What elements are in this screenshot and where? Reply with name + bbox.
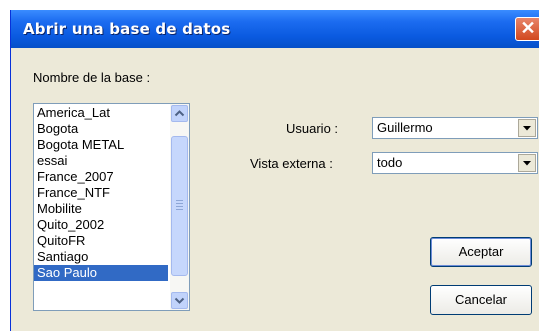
database-name-label: Nombre de la base : <box>33 70 151 85</box>
list-item[interactable]: Sao Paulo <box>34 265 168 281</box>
dropdown-arrow-icon <box>523 126 531 131</box>
chevron-down-icon <box>174 297 185 304</box>
database-list: America_Lat Bogota Bogota METAL essai France… <box>34 105 168 281</box>
external-view-dropdown-button[interactable] <box>518 154 536 172</box>
grip-line <box>176 200 183 201</box>
list-item[interactable]: Bogota <box>34 121 168 137</box>
list-item[interactable]: Quito_2002 <box>34 217 168 233</box>
user-dropdown-button[interactable] <box>518 119 536 137</box>
grip-line <box>176 209 183 210</box>
list-item[interactable]: France_NTF <box>34 185 168 201</box>
external-view-select[interactable]: todo <box>372 152 538 174</box>
list-item[interactable]: Santiago <box>34 249 168 265</box>
cancel-button[interactable]: Cancelar <box>430 285 532 315</box>
scroll-down-button[interactable] <box>171 292 188 309</box>
list-item[interactable]: QuitoFR <box>34 233 168 249</box>
close-button[interactable]: ✕ <box>515 17 539 41</box>
scroll-up-button[interactable] <box>171 105 188 122</box>
vertical-scrollbar[interactable] <box>170 104 189 310</box>
dialog-title: Abrir una base de datos <box>23 20 231 38</box>
list-item[interactable]: Bogota METAL <box>34 137 168 153</box>
dropdown-arrow-icon <box>523 161 531 166</box>
external-view-value: todo <box>377 155 403 170</box>
list-item[interactable]: France_2007 <box>34 169 168 185</box>
list-item[interactable]: America_Lat <box>34 105 168 121</box>
title-bar[interactable]: Abrir una base de datos ✕ <box>11 10 539 48</box>
user-value: Guillermo <box>377 120 433 135</box>
database-listbox[interactable]: America_Lat Bogota Bogota METAL essai France… <box>33 103 190 311</box>
accept-button[interactable]: Aceptar <box>430 237 532 267</box>
scroll-thumb[interactable] <box>171 136 188 276</box>
user-label: Usuario : <box>286 121 339 136</box>
user-select[interactable]: Guillermo <box>372 117 538 139</box>
open-database-dialog: Abrir una base de datos ✕ Nombre de la b… <box>10 10 539 331</box>
grip-line <box>176 206 183 207</box>
chevron-up-icon <box>174 110 185 117</box>
list-item[interactable]: essai <box>34 153 168 169</box>
grip-line <box>176 203 183 204</box>
external-view-label: Vista externa : <box>250 156 333 171</box>
close-icon: ✕ <box>520 18 536 38</box>
list-item[interactable]: Mobilite <box>34 201 168 217</box>
